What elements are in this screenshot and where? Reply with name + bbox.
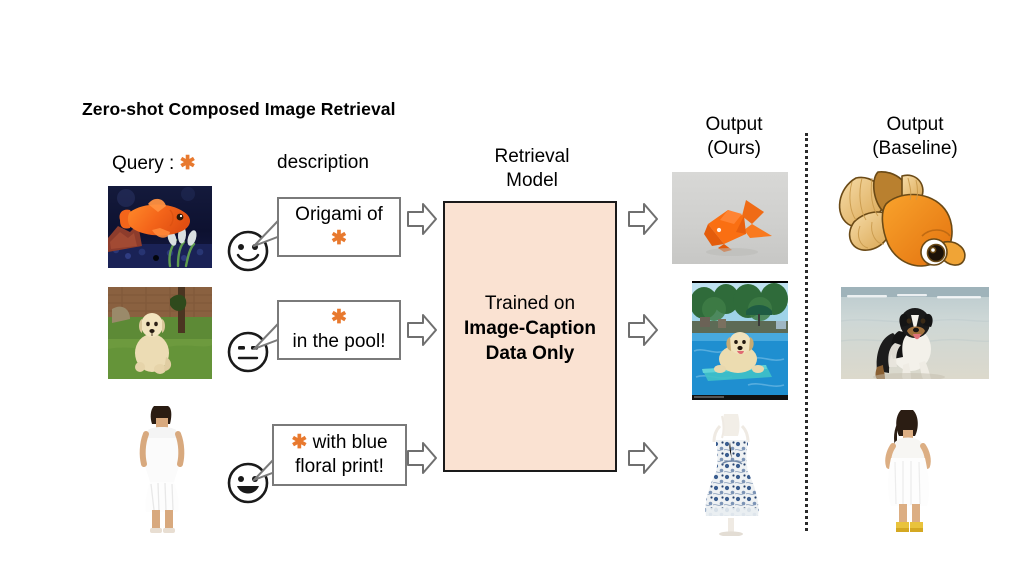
description-bubble-1-text: Origami of ✱ — [295, 203, 383, 251]
model-body-line1: Trained on — [484, 293, 576, 314]
retrieval-model-title: Retrieval Model — [452, 145, 612, 193]
bubble-2-line2: in the pool! — [292, 331, 386, 352]
output-ours-header-line2: (Ours) — [707, 138, 761, 159]
bubble-1-asterisk: ✱ — [331, 228, 347, 249]
arrow-to-output-3 — [627, 438, 659, 483]
column-divider — [805, 133, 808, 531]
bubble-2-asterisk: ✱ — [331, 307, 347, 328]
arrow-to-output-1 — [627, 199, 659, 244]
query-image-golden-retriever — [108, 287, 212, 384]
output-ours-image-floral-dress — [680, 408, 784, 541]
bubble-1-line1: Origami of — [295, 204, 383, 225]
figure-canvas: Zero-shot Composed Image Retrieval Query… — [0, 0, 1024, 586]
description-bubble-3-text: ✱ with blue floral print! — [291, 431, 387, 479]
output-ours-header: Output (Ours) — [676, 113, 792, 161]
bubble-3-line1-text: with blue — [307, 432, 388, 453]
output-baseline-header-line1: Output — [886, 114, 944, 135]
bubble-3-line1: ✱ with blue — [291, 431, 387, 455]
output-baseline-image-cartoon-goldfish — [826, 158, 984, 281]
output-ours-image-dog-in-pool — [690, 281, 788, 405]
bubble-3-line2: floral print! — [295, 456, 384, 477]
query-image-white-dress — [118, 404, 206, 543]
description-bubble-1[interactable]: Origami of ✱ — [277, 197, 401, 257]
description-bubble-2-text: ✱ in the pool! — [293, 306, 386, 354]
output-baseline-image-white-dress-yellow-shoes — [865, 406, 957, 545]
asterisk-icon: ✱ — [179, 153, 196, 174]
model-body-line2: Image-Caption — [464, 318, 596, 339]
retrieval-model-body: Trained on Image-Caption Data Only — [445, 291, 615, 366]
arrow-to-output-2 — [627, 310, 659, 355]
model-body-line3: Data Only — [485, 343, 575, 364]
output-ours-header-line1: Output — [705, 114, 763, 135]
arrow-to-model-2 — [406, 310, 438, 355]
query-label: Query : ✱ — [112, 153, 196, 174]
output-baseline-image-border-collie — [840, 287, 990, 384]
query-image-goldfish-aquarium — [108, 186, 212, 273]
description-bubble-3[interactable]: ✱ with blue floral print! — [272, 424, 407, 486]
bubble-3-asterisk: ✱ — [291, 432, 308, 453]
arrow-to-model-3 — [406, 438, 438, 483]
page-title: Zero-shot Composed Image Retrieval — [82, 99, 396, 119]
output-baseline-header: Output (Baseline) — [835, 113, 995, 161]
retrieval-model-box: Trained on Image-Caption Data Only — [443, 201, 617, 472]
description-label: description — [277, 152, 369, 173]
retrieval-model-title-line2: Model — [506, 170, 558, 191]
retrieval-model-title-line1: Retrieval — [494, 146, 570, 167]
output-ours-image-origami-fish — [672, 172, 788, 269]
arrow-to-model-1 — [406, 199, 438, 244]
description-bubble-2[interactable]: ✱ in the pool! — [277, 300, 401, 360]
